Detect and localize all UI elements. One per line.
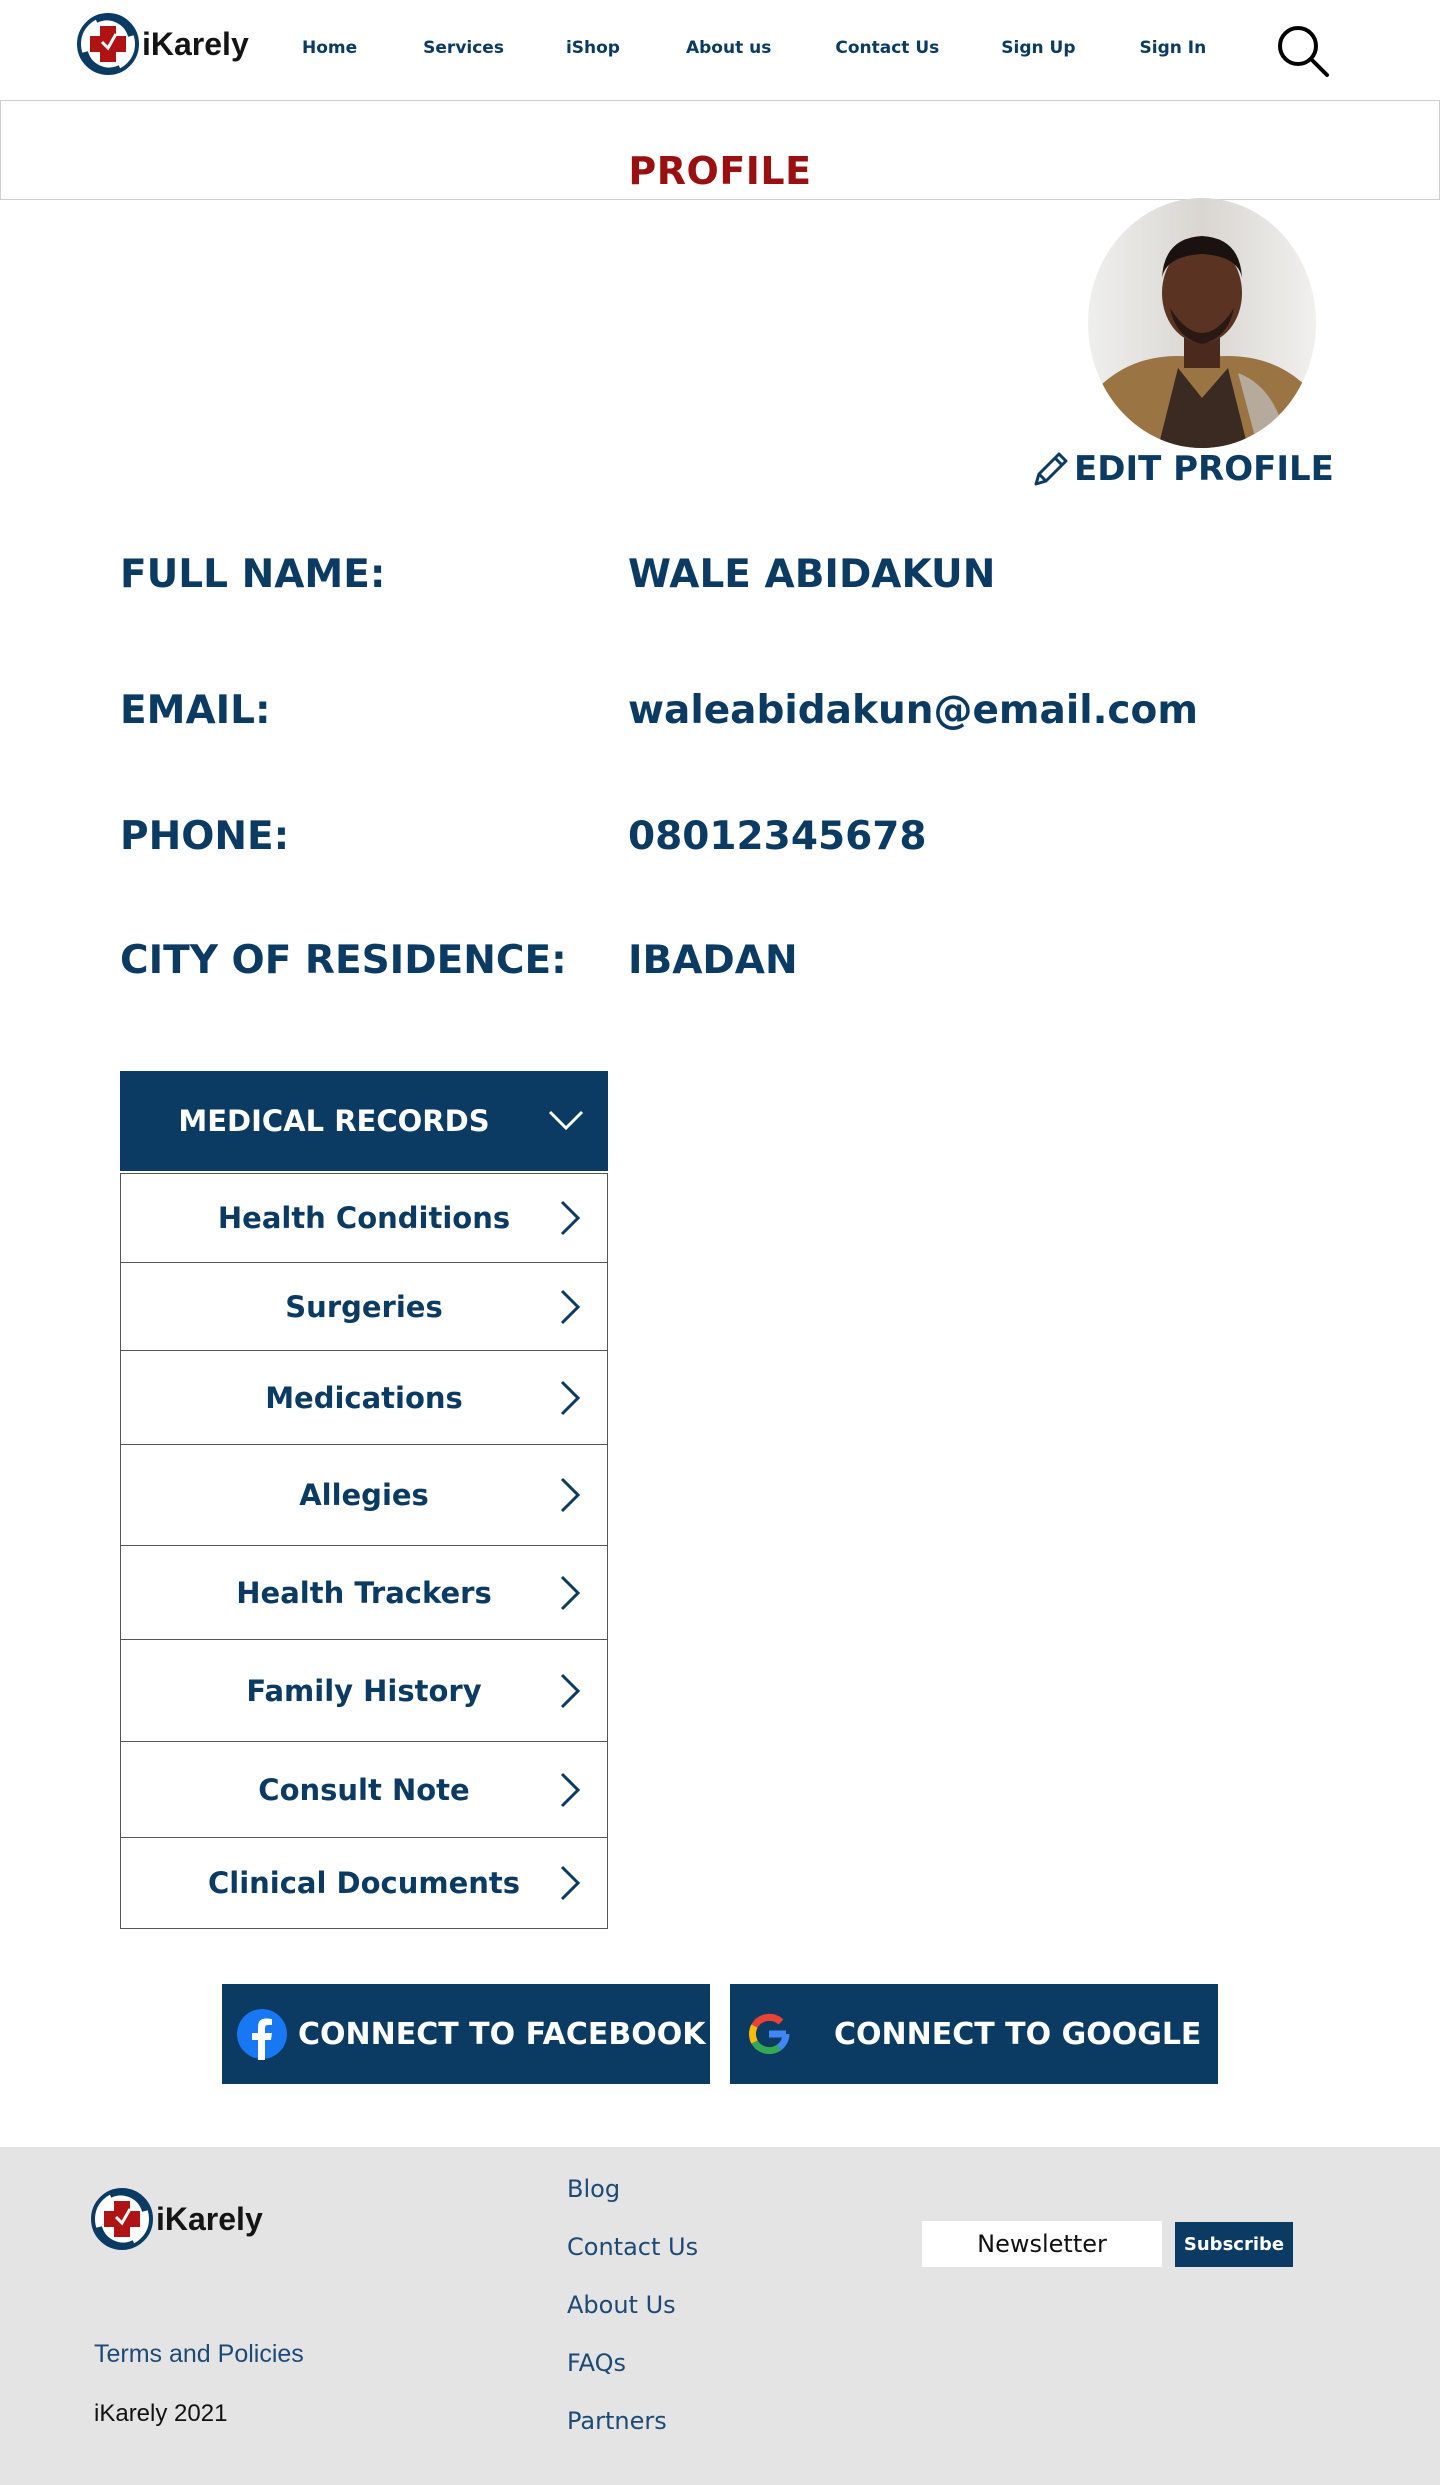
record-surgeries[interactable]: Surgeries bbox=[121, 1262, 607, 1350]
edit-profile-label: EDIT PROFILE bbox=[1074, 449, 1334, 489]
avatar bbox=[1088, 198, 1316, 448]
footer-link-about-us[interactable]: About Us bbox=[567, 2291, 676, 2319]
nav-services[interactable]: Services bbox=[423, 38, 504, 58]
footer-link-partners[interactable]: Partners bbox=[567, 2407, 667, 2435]
pencil-icon bbox=[1034, 452, 1068, 486]
nav-about-us[interactable]: About us bbox=[686, 38, 771, 58]
city-value: IBADAN bbox=[628, 938, 798, 983]
subscribe-button[interactable]: Subscribe bbox=[1175, 2222, 1293, 2267]
chevron-right-icon bbox=[560, 1289, 581, 1324]
connect-facebook-label: CONNECT TO FACEBOOK bbox=[298, 2016, 706, 2052]
footer-link-blog[interactable]: Blog bbox=[567, 2175, 620, 2203]
full-name-label: FULL NAME: bbox=[120, 552, 386, 597]
chevron-right-icon bbox=[560, 1772, 581, 1807]
record-label: Surgeries bbox=[285, 1289, 443, 1324]
medical-records-toggle[interactable]: MEDICAL RECORDS bbox=[120, 1071, 608, 1171]
google-icon bbox=[747, 2012, 791, 2056]
edit-profile-button[interactable]: EDIT PROFILE bbox=[1030, 448, 1334, 490]
nav-contact-us[interactable]: Contact Us bbox=[835, 38, 939, 58]
record-label: Family History bbox=[246, 1673, 482, 1708]
record-health-trackers[interactable]: Health Trackers bbox=[121, 1545, 607, 1639]
profile-banner: PROFILE bbox=[0, 100, 1440, 200]
record-label: Clinical Documents bbox=[207, 1866, 521, 1900]
brand-name: iKarely bbox=[142, 25, 249, 62]
chevron-right-icon bbox=[560, 1865, 581, 1901]
record-family-history[interactable]: Family History bbox=[121, 1639, 607, 1741]
nav-ishop[interactable]: iShop bbox=[566, 38, 620, 58]
brand-logo[interactable]: iKarely bbox=[76, 12, 249, 76]
footer-link-contact-us[interactable]: Contact Us bbox=[567, 2233, 698, 2261]
chevron-down-icon bbox=[548, 1110, 584, 1131]
record-allergies[interactable]: Allegies bbox=[121, 1444, 607, 1545]
connect-google-button[interactable]: CONNECT TO GOOGLE bbox=[730, 1984, 1218, 2084]
record-consult-note[interactable]: Consult Note bbox=[121, 1741, 607, 1837]
connect-google-label: CONNECT TO GOOGLE bbox=[834, 2016, 1202, 2052]
nav-sign-up[interactable]: Sign Up bbox=[1001, 38, 1075, 58]
record-clinical-documents[interactable]: Clinical Documents bbox=[121, 1837, 607, 1928]
medical-cross-logo-icon bbox=[77, 13, 139, 75]
chevron-right-icon bbox=[560, 1200, 581, 1236]
search-icon[interactable] bbox=[1276, 24, 1330, 78]
nav-home[interactable]: Home bbox=[302, 38, 357, 58]
record-label: Health Conditions bbox=[217, 1201, 511, 1235]
footer-brand-name: iKarely bbox=[156, 2200, 263, 2237]
connect-facebook-button[interactable]: CONNECT TO FACEBOOK bbox=[222, 1984, 710, 2084]
record-health-conditions[interactable]: Health Conditions bbox=[121, 1173, 607, 1262]
chevron-right-icon bbox=[560, 1673, 581, 1708]
newsletter-input[interactable] bbox=[922, 2221, 1162, 2267]
footer-link-faqs[interactable]: FAQs bbox=[567, 2349, 626, 2377]
chevron-right-icon bbox=[560, 1575, 581, 1610]
page-title: PROFILE bbox=[628, 149, 812, 193]
nav-links: Home Services iShop About us Contact Us … bbox=[302, 38, 1206, 58]
avatar-photo bbox=[1088, 198, 1316, 448]
full-name-value: WALE ABIDAKUN bbox=[628, 552, 996, 597]
footer-brand-logo[interactable]: iKarely bbox=[90, 2187, 263, 2251]
terms-and-policies-link[interactable]: Terms and Policies bbox=[94, 2340, 304, 2369]
facebook-icon bbox=[237, 2009, 287, 2060]
record-label: Health Trackers bbox=[236, 1575, 492, 1610]
email-value: waleabidakun@email.com bbox=[628, 688, 1198, 733]
email-label: EMAIL: bbox=[120, 688, 271, 733]
copyright-text: iKarely 2021 bbox=[94, 2400, 228, 2427]
phone-label: PHONE: bbox=[120, 814, 290, 859]
record-label: Allegies bbox=[299, 1478, 429, 1512]
medical-records-title: MEDICAL RECORDS bbox=[178, 1104, 490, 1138]
city-label: CITY OF RESIDENCE: bbox=[120, 938, 567, 983]
record-label: Consult Note bbox=[258, 1772, 470, 1807]
footer: iKarely bbox=[0, 2147, 1440, 2485]
medical-records-panel: MEDICAL RECORDS Health Conditions Surger… bbox=[120, 1071, 608, 1929]
chevron-right-icon bbox=[560, 1380, 581, 1415]
phone-value: 08012345678 bbox=[628, 814, 927, 859]
medical-cross-logo-icon bbox=[91, 2188, 153, 2250]
record-medications[interactable]: Medications bbox=[121, 1350, 607, 1444]
top-navigation: iKarely Home Services iShop About us Con… bbox=[0, 0, 1440, 100]
record-label: Medications bbox=[265, 1380, 463, 1415]
chevron-right-icon bbox=[560, 1477, 581, 1513]
medical-records-list: Health Conditions Surgeries Medications … bbox=[120, 1173, 608, 1929]
nav-sign-in[interactable]: Sign In bbox=[1140, 38, 1207, 58]
